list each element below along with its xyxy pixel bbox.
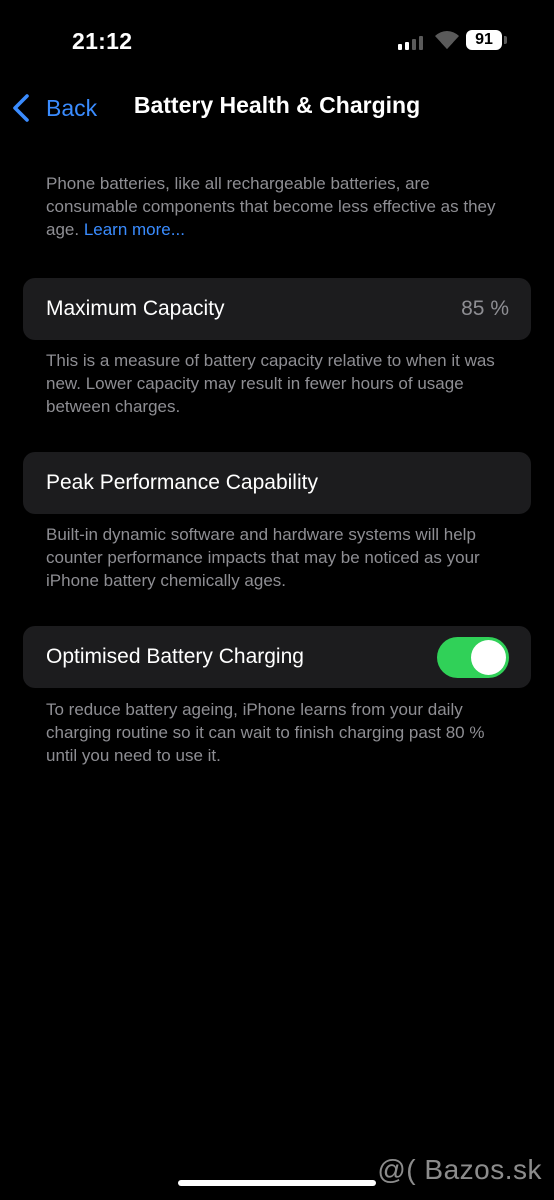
maximum-capacity-description: This is a measure of battery capacity re… xyxy=(46,351,495,416)
optimised-charging-row: Optimised Battery Charging xyxy=(23,626,531,688)
toggle-knob xyxy=(471,640,506,675)
battery-body: 91 xyxy=(466,30,502,50)
optimised-charging-label: Optimised Battery Charging xyxy=(46,645,304,668)
peak-performance-description: Built-in dynamic software and hardware s… xyxy=(46,525,480,590)
nav-bar: Back Battery Health & Charging xyxy=(0,80,554,136)
peak-performance-row[interactable]: Peak Performance Capability xyxy=(23,452,531,514)
optimised-charging-toggle[interactable] xyxy=(437,637,509,678)
battery-icon: 91 xyxy=(466,30,508,50)
learn-more-link[interactable]: Learn more... xyxy=(84,220,185,239)
watermark: @( Bazos.sk xyxy=(377,1154,542,1185)
battery-level: 91 xyxy=(475,31,493,48)
maximum-capacity-value: 85 % xyxy=(461,297,509,320)
status-time: 21:12 xyxy=(72,28,133,54)
maximum-capacity-row: Maximum Capacity 85 % xyxy=(23,278,531,340)
maximum-capacity-label: Maximum Capacity xyxy=(46,297,225,320)
battery-tip xyxy=(504,36,507,44)
peak-performance-label: Peak Performance Capability xyxy=(46,471,318,494)
wifi-icon xyxy=(435,31,459,49)
cellular-signal-icon xyxy=(398,36,423,50)
page-title: Battery Health & Charging xyxy=(133,92,421,118)
status-bar: 21:12 91 xyxy=(0,0,554,80)
home-indicator xyxy=(178,1180,376,1186)
intro-text: Phone batteries, like all rechargeable b… xyxy=(46,172,516,241)
optimised-charging-description: To reduce battery ageing, iPhone learns … xyxy=(46,700,485,765)
